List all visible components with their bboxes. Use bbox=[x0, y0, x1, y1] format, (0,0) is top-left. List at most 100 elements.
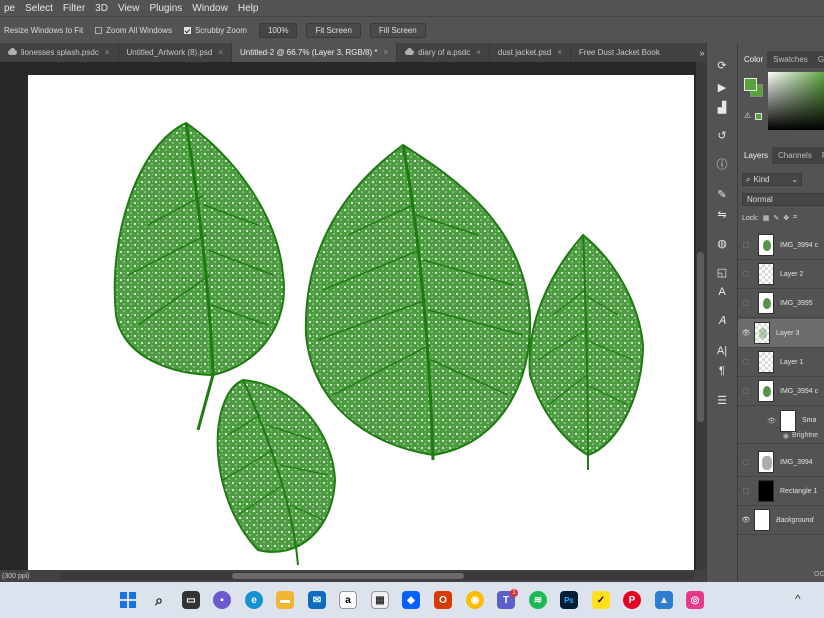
visibility-toggle[interactable] bbox=[743, 242, 749, 248]
tab-gradients[interactable]: Gr bbox=[812, 51, 824, 68]
layer-row[interactable]: Layer 1 bbox=[738, 348, 824, 377]
eye-icon[interactable]: ◉ bbox=[738, 432, 792, 440]
visibility-toggle[interactable] bbox=[743, 388, 749, 394]
lock-position-icon[interactable]: ✥ bbox=[783, 214, 789, 222]
visibility-toggle[interactable] bbox=[743, 459, 749, 465]
close-icon[interactable]: × bbox=[557, 48, 562, 57]
snagit-icon[interactable]: ◎ bbox=[686, 591, 704, 609]
eye-icon[interactable]: 👁 bbox=[738, 516, 754, 524]
tray-expand-icon[interactable]: ^ bbox=[795, 592, 801, 606]
tab-channels[interactable]: Channels bbox=[772, 147, 816, 164]
mail-icon[interactable]: ✉ bbox=[308, 591, 326, 609]
tab-paths[interactable]: P bbox=[816, 147, 824, 164]
scrubby-zoom-option[interactable]: Scrubby Zoom bbox=[183, 26, 247, 35]
search-icon[interactable]: ⌕ bbox=[150, 591, 168, 609]
menu-view[interactable]: View bbox=[114, 3, 146, 14]
brightness-filter-row[interactable]: ◉ Brightne bbox=[738, 428, 824, 444]
eye-icon[interactable]: 👁 bbox=[738, 329, 754, 337]
menu-select[interactable]: Select bbox=[21, 3, 59, 14]
menu-filter[interactable]: Filter bbox=[59, 3, 91, 14]
zoom-percent-field[interactable]: 100% bbox=[258, 22, 298, 38]
layer-row[interactable]: 👁 Background bbox=[738, 506, 824, 535]
resize-windows-option[interactable]: Resize Windows to Fit bbox=[4, 26, 83, 35]
gamut-warning-icon[interactable]: ⚠ bbox=[744, 111, 751, 120]
teams-icon[interactable]: ▪ bbox=[213, 591, 231, 609]
menu-type[interactable]: pe bbox=[0, 3, 21, 14]
layer-filter-kind[interactable]: ⌕ Kind ⌄ bbox=[742, 173, 802, 186]
layer-row[interactable]: Rectangle 1 bbox=[738, 477, 824, 506]
dropbox-icon[interactable]: ◆ bbox=[402, 591, 420, 609]
menu-window[interactable]: Window bbox=[188, 3, 234, 14]
tab-untitled-2[interactable]: Untitled-2 @ 66.7% (Layer 3, RGB/8) * × bbox=[231, 43, 398, 62]
chrome-icon[interactable]: ◉ bbox=[466, 591, 484, 609]
actions-icon[interactable]: ▟ bbox=[714, 99, 730, 115]
layer-row[interactable]: IMG_3995 bbox=[738, 289, 824, 318]
brush-settings-icon[interactable]: ✎ bbox=[714, 186, 730, 202]
layer-row[interactable]: IMG_3994 c bbox=[738, 377, 824, 406]
close-icon[interactable]: × bbox=[218, 48, 223, 57]
tab-diary-of-a[interactable]: diary of a.psdc × bbox=[397, 43, 490, 62]
visibility-toggle[interactable] bbox=[743, 359, 749, 365]
fit-screen-button[interactable]: Fit Screen bbox=[306, 22, 361, 38]
office-icon[interactable]: O bbox=[434, 591, 452, 609]
canvas-area[interactable] bbox=[0, 62, 696, 571]
character-styles-icon[interactable]: A| bbox=[714, 343, 730, 359]
foreground-color-swatch[interactable] bbox=[744, 78, 757, 91]
layer-row-selected[interactable]: 👁 Layer 3 bbox=[738, 319, 824, 348]
photos-icon[interactable]: ▲ bbox=[655, 591, 673, 609]
visibility-toggle[interactable] bbox=[743, 271, 749, 277]
properties-icon[interactable]: ◱ bbox=[714, 264, 730, 280]
tab-untitled-artwork[interactable]: Untitled_Artwork (8).psd × bbox=[119, 43, 232, 62]
spotify-icon[interactable]: ≋ bbox=[529, 591, 547, 609]
eye-icon[interactable]: 👁 bbox=[738, 417, 776, 425]
amazon-icon[interactable]: a bbox=[339, 591, 357, 609]
vertical-scroll-thumb[interactable] bbox=[697, 252, 704, 422]
tab-swatches[interactable]: Swatches bbox=[767, 51, 812, 68]
layer-row[interactable]: Layer 2 bbox=[738, 260, 824, 289]
clone-source-icon[interactable]: ◍ bbox=[714, 235, 730, 251]
tab-color[interactable]: Color bbox=[738, 51, 768, 68]
paragraph-icon[interactable]: ¶ bbox=[714, 363, 730, 379]
play-icon[interactable]: ▶ bbox=[714, 79, 730, 95]
glyphs-icon[interactable]: A bbox=[714, 284, 730, 300]
menu-3d[interactable]: 3D bbox=[91, 3, 114, 14]
file-explorer-icon[interactable]: ▬ bbox=[276, 591, 294, 609]
menu-plugins[interactable]: Plugins bbox=[145, 3, 188, 14]
menu-help[interactable]: Help bbox=[234, 3, 265, 14]
gamut-color-swatch[interactable] bbox=[755, 113, 762, 120]
photoshop-icon[interactable]: Ps bbox=[560, 591, 578, 609]
tab-dust-jacket[interactable]: dust jacket.psd × bbox=[490, 43, 571, 62]
history-brush-icon[interactable]: ⟳ bbox=[714, 57, 730, 73]
zoom-all-option[interactable]: Zoom All Windows bbox=[95, 26, 172, 35]
tab-layers[interactable]: Layers bbox=[738, 147, 773, 164]
layer-row[interactable]: IMG_3994 bbox=[738, 448, 824, 477]
windows-icon[interactable] bbox=[119, 591, 137, 609]
info-icon[interactable]: ⓘ bbox=[714, 156, 730, 172]
history-icon[interactable]: ↺ bbox=[714, 127, 730, 143]
norton-icon[interactable]: ✓ bbox=[592, 591, 610, 609]
character-icon[interactable]: 𝐴 bbox=[714, 313, 730, 329]
color-picker-field[interactable] bbox=[768, 72, 824, 130]
store-icon[interactable]: ▦ bbox=[371, 591, 389, 609]
close-icon[interactable]: × bbox=[105, 48, 110, 57]
close-icon[interactable]: × bbox=[384, 48, 389, 57]
layer-row[interactable]: IMG_3994 c bbox=[738, 231, 824, 260]
vertical-scrollbar[interactable] bbox=[696, 62, 706, 570]
horizontal-scroll-thumb[interactable] bbox=[232, 573, 464, 579]
zoom-all-checkbox[interactable] bbox=[95, 26, 103, 34]
lock-transparent-icon[interactable]: ▦ bbox=[763, 214, 770, 222]
tab-lionesses-splash[interactable]: lionesses splash.psdc × bbox=[0, 43, 119, 62]
horizontal-scrollbar[interactable] bbox=[60, 572, 694, 580]
task-view-icon[interactable]: ▭ bbox=[182, 591, 200, 609]
lock-paint-icon[interactable]: ✎ bbox=[773, 214, 779, 222]
sliders-icon[interactable]: ☰ bbox=[714, 392, 730, 408]
adjustments-icon[interactable]: ⇋ bbox=[714, 206, 730, 222]
pinterest-icon[interactable]: P bbox=[623, 591, 641, 609]
edge-icon[interactable]: e bbox=[245, 591, 263, 609]
blend-mode-select[interactable]: Normal bbox=[742, 193, 824, 206]
tab-free-dust-jacket[interactable]: Free Dust Jacket Book bbox=[571, 43, 668, 62]
visibility-toggle[interactable] bbox=[743, 300, 749, 306]
fill-screen-button[interactable]: Fill Screen bbox=[369, 22, 426, 38]
scrubby-zoom-checkbox[interactable] bbox=[183, 26, 191, 34]
document-canvas[interactable] bbox=[28, 75, 694, 571]
